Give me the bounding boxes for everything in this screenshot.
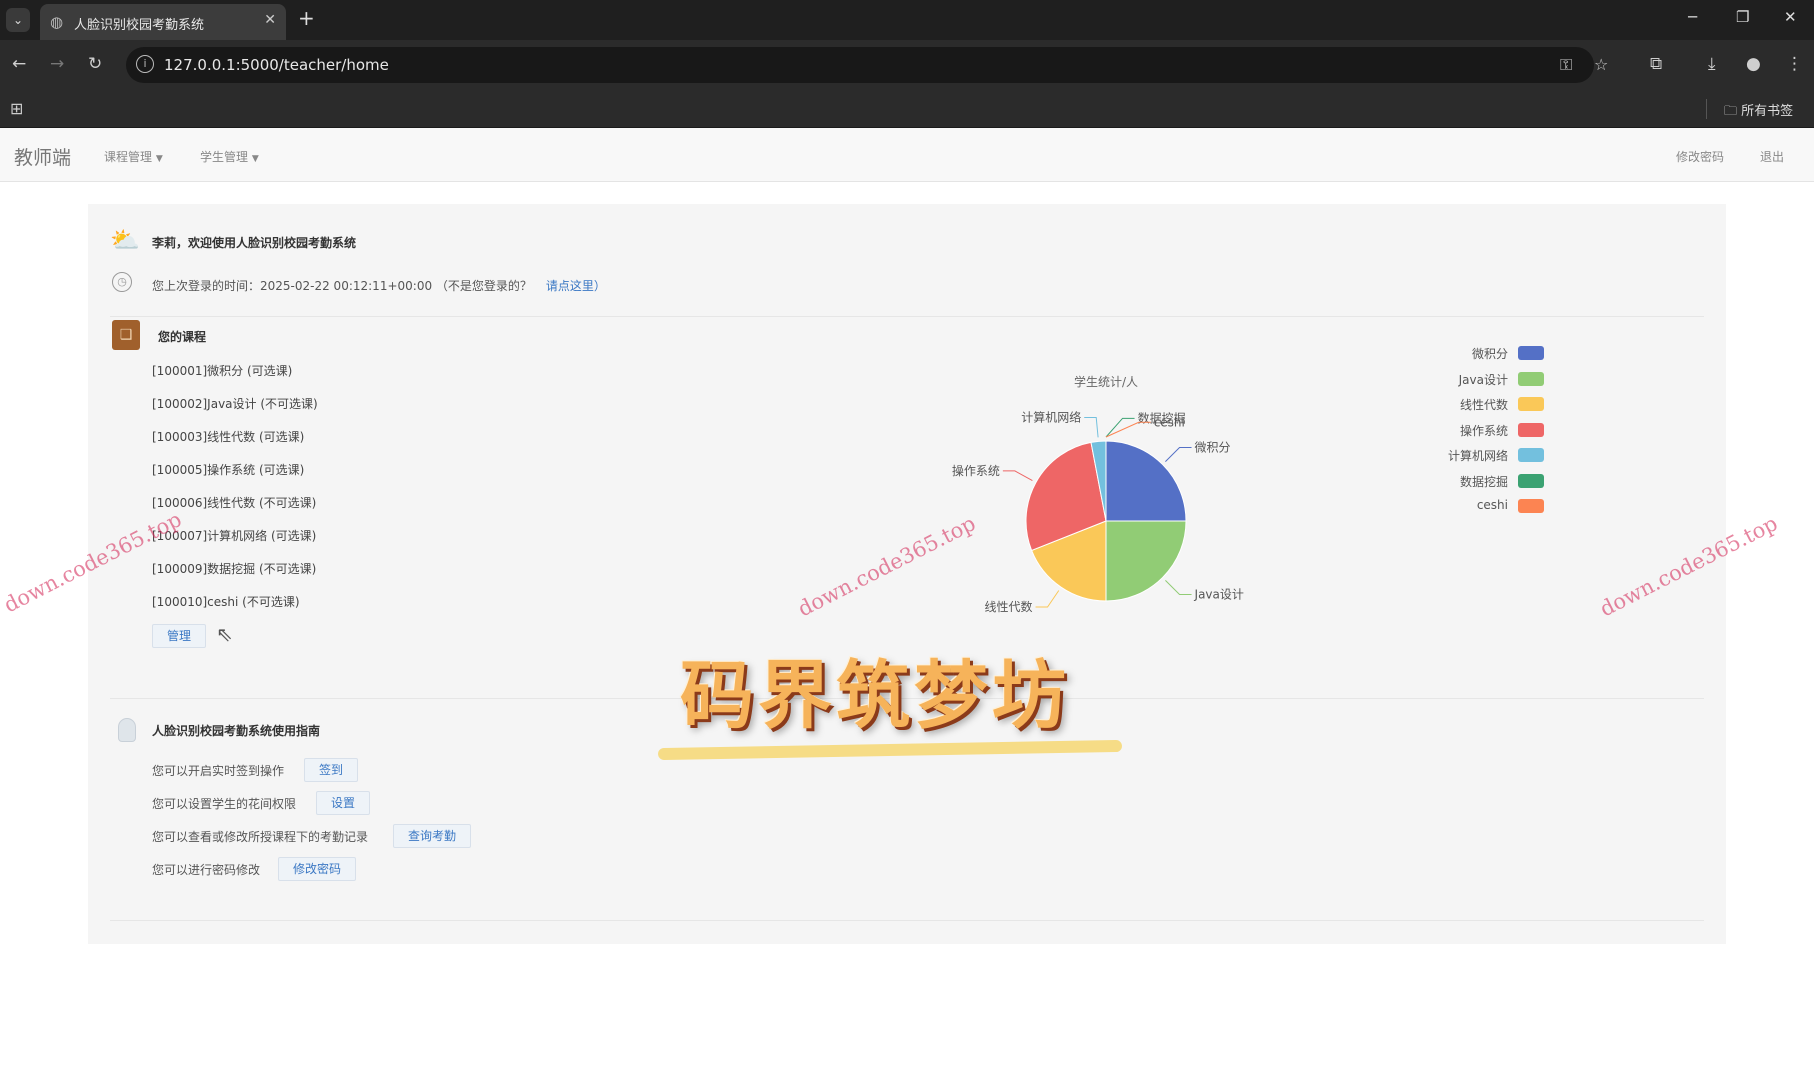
nav-course-management-label: 课程管理 bbox=[104, 150, 153, 164]
pie-label-line-5 bbox=[1105, 417, 1135, 438]
forward-icon[interactable]: → bbox=[50, 54, 64, 74]
extensions-icon[interactable]: ⧉ bbox=[1650, 54, 1662, 74]
pie-label-4: 计算机网络 bbox=[1021, 409, 1081, 424]
pie-label-line-2 bbox=[1035, 590, 1060, 608]
download-icon[interactable]: ⤓ bbox=[1708, 54, 1716, 74]
globe-icon: ◍ bbox=[50, 13, 64, 31]
app-navbar: 教师端 课程管理 ▼ 学生管理 ▼ 修改密码 退出 bbox=[0, 128, 1814, 182]
student-stats-pie-chart: 学生统计/人 微积分Java设计线性代数操作系统计算机网络 数据挖掘ceshi bbox=[952, 374, 1244, 614]
folder-icon: 🗀 bbox=[1724, 104, 1738, 119]
pie-label-1: Java设计 bbox=[1194, 588, 1244, 602]
site-info-icon[interactable]: i bbox=[136, 55, 154, 73]
legend-swatch bbox=[1518, 371, 1544, 386]
legend-label: 微积分 bbox=[1471, 347, 1508, 361]
pie-label-0: 微积分 bbox=[1195, 440, 1231, 454]
menu-kebab-icon[interactable]: ⋮ bbox=[1786, 54, 1803, 74]
legend-item-0[interactable]: 微积分 bbox=[1364, 344, 1544, 362]
apps-grid-icon[interactable]: ⊞ bbox=[10, 99, 23, 118]
pie-label-line-0 bbox=[1165, 446, 1192, 462]
change-password-link[interactable]: 修改密码 bbox=[1676, 148, 1724, 165]
close-tab-icon[interactable]: ✕ bbox=[264, 12, 276, 28]
legend-swatch bbox=[1518, 499, 1544, 513]
legend-swatch bbox=[1518, 397, 1544, 411]
pie-label-line-1 bbox=[1165, 580, 1192, 596]
reload-icon[interactable]: ↻ bbox=[88, 54, 102, 74]
chart-title: 学生统计/人 bbox=[1074, 374, 1138, 389]
legend-item-4[interactable]: 计算机网络 bbox=[1364, 446, 1544, 464]
home-panel: ⛅ 李莉，欢迎使用人脸识别校园考勤系统 ◷ 您上次登录的时间：2025-02-2… bbox=[88, 204, 1726, 944]
tab-title: 人脸识别校园考勤系统 bbox=[74, 18, 205, 33]
legend-item-2[interactable]: 线性代数 bbox=[1364, 395, 1544, 413]
legend-swatch bbox=[1518, 448, 1544, 462]
nav-student-management-label: 学生管理 bbox=[200, 150, 249, 164]
nav-course-management[interactable]: 课程管理 ▼ bbox=[104, 148, 163, 165]
url-text: 127.0.0.1:5000/teacher/home bbox=[164, 56, 389, 74]
mouse-cursor-icon: ⇖ bbox=[216, 622, 233, 646]
all-bookmarks[interactable]: 🗀 所有书签 bbox=[1724, 100, 1793, 124]
caret-down-icon: ▼ bbox=[155, 154, 163, 164]
nav-student-management[interactable]: 学生管理 ▼ bbox=[200, 148, 259, 165]
logout-link[interactable]: 退出 bbox=[1760, 148, 1784, 165]
pie-label-3: 操作系统 bbox=[952, 463, 1000, 478]
pie-label-line-4 bbox=[1084, 416, 1099, 438]
minimize-icon[interactable]: ─ bbox=[1688, 8, 1697, 26]
bookmarks-divider bbox=[1706, 99, 1707, 119]
browser-tab[interactable]: ◍ 人脸识别校园考勤系统 ✕ bbox=[40, 4, 286, 40]
legend-label: 数据挖掘 bbox=[1459, 474, 1508, 489]
browser-tab-bar: ⌄ ◍ 人脸识别校园考勤系统 ✕ + ─ ❐ ✕ bbox=[0, 0, 1814, 40]
legend-swatch bbox=[1518, 422, 1544, 437]
profile-icon[interactable]: ● bbox=[1746, 54, 1761, 74]
legend-label: 操作系统 bbox=[1459, 423, 1508, 438]
address-bar[interactable]: i 127.0.0.1:5000/teacher/home ⚿ ☆ bbox=[126, 47, 1608, 83]
new-tab-icon[interactable]: + bbox=[298, 6, 315, 30]
pie-label-6: ceshi bbox=[1154, 415, 1185, 429]
close-window-icon[interactable]: ✕ bbox=[1784, 8, 1797, 26]
browser-toolbar: ← → ↻ i 127.0.0.1:5000/teacher/home ⚿ ☆ … bbox=[0, 40, 1814, 90]
all-bookmarks-label: 所有书签 bbox=[1741, 104, 1794, 119]
restore-icon[interactable]: ❐ bbox=[1736, 8, 1749, 26]
legend-label: 计算机网络 bbox=[1447, 449, 1508, 463]
legend-swatch bbox=[1518, 473, 1544, 488]
legend-item-5[interactable]: 数据挖掘 bbox=[1364, 472, 1544, 490]
legend-label: 线性代数 bbox=[1459, 398, 1508, 412]
pie-label-2: 线性代数 bbox=[985, 599, 1033, 614]
legend-label: Java设计 bbox=[1458, 372, 1508, 387]
legend-swatch bbox=[1518, 346, 1544, 360]
legend-item-3[interactable]: 操作系统 bbox=[1364, 421, 1544, 439]
bookmarks-bar: ⊞ 🗀 所有书签 bbox=[0, 90, 1814, 128]
navbar-brand[interactable]: 教师端 bbox=[14, 143, 71, 170]
back-icon[interactable]: ← bbox=[12, 54, 26, 74]
pie-label-line-3 bbox=[1002, 470, 1033, 481]
password-key-icon[interactable]: ⚿ bbox=[1560, 55, 1572, 75]
legend-label: ceshi bbox=[1476, 498, 1508, 512]
legend-item-6[interactable]: ceshi bbox=[1364, 497, 1544, 515]
caret-down-icon: ▼ bbox=[251, 154, 259, 164]
tab-list-dropdown-icon[interactable]: ⌄ bbox=[6, 8, 30, 32]
overlay-title: 码界筑梦坊 bbox=[680, 653, 1070, 739]
bookmark-star-icon[interactable]: ☆ bbox=[1594, 55, 1608, 74]
legend-item-1[interactable]: Java设计 bbox=[1364, 370, 1544, 388]
